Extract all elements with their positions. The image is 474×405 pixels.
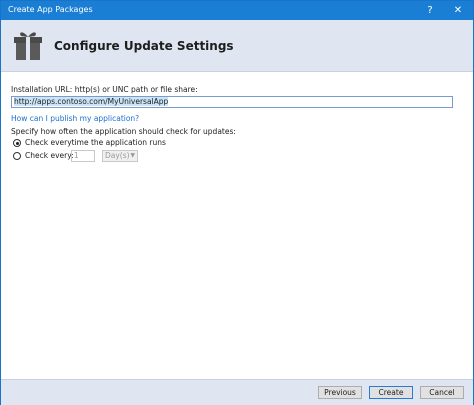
create-button[interactable]: Create: [369, 386, 413, 399]
interval-unit-select[interactable]: Day(s) ▼: [102, 150, 138, 162]
chevron-down-icon: ▼: [130, 152, 135, 159]
option-every-label: Check every:: [25, 151, 74, 160]
page-title: Configure Update Settings: [54, 39, 234, 53]
close-button[interactable]: ✕: [447, 1, 469, 20]
title-bar: Create App Packages ? ✕: [1, 1, 473, 20]
wizard-header: Configure Update Settings: [1, 20, 473, 72]
previous-button[interactable]: Previous: [318, 386, 362, 399]
radio-check-every-run[interactable]: [13, 139, 21, 147]
dialog-window: Create App Packages ? ✕ Configure Update…: [0, 0, 474, 405]
dialog-footer: Previous Create Cancel: [1, 379, 473, 405]
install-url-label: Installation URL: http(s) or UNC path or…: [11, 85, 198, 94]
frequency-label: Specify how often the application should…: [11, 127, 236, 136]
install-url-value: http://apps.contoso.com/MyUniversalApp: [14, 97, 169, 106]
package-gift-icon: [13, 29, 43, 61]
interval-unit-value: Day(s): [105, 151, 130, 160]
help-button[interactable]: ?: [419, 1, 441, 20]
window-title: Create App Packages: [8, 5, 93, 14]
option-every-run-label: Check everytime the application runs: [25, 138, 166, 147]
radio-check-every[interactable]: [13, 152, 21, 160]
publish-help-link[interactable]: How can I publish my application?: [11, 114, 139, 123]
cancel-button[interactable]: Cancel: [420, 386, 464, 399]
interval-value-input[interactable]: 1: [71, 150, 95, 162]
install-url-input[interactable]: http://apps.contoso.com/MyUniversalApp: [11, 96, 453, 108]
